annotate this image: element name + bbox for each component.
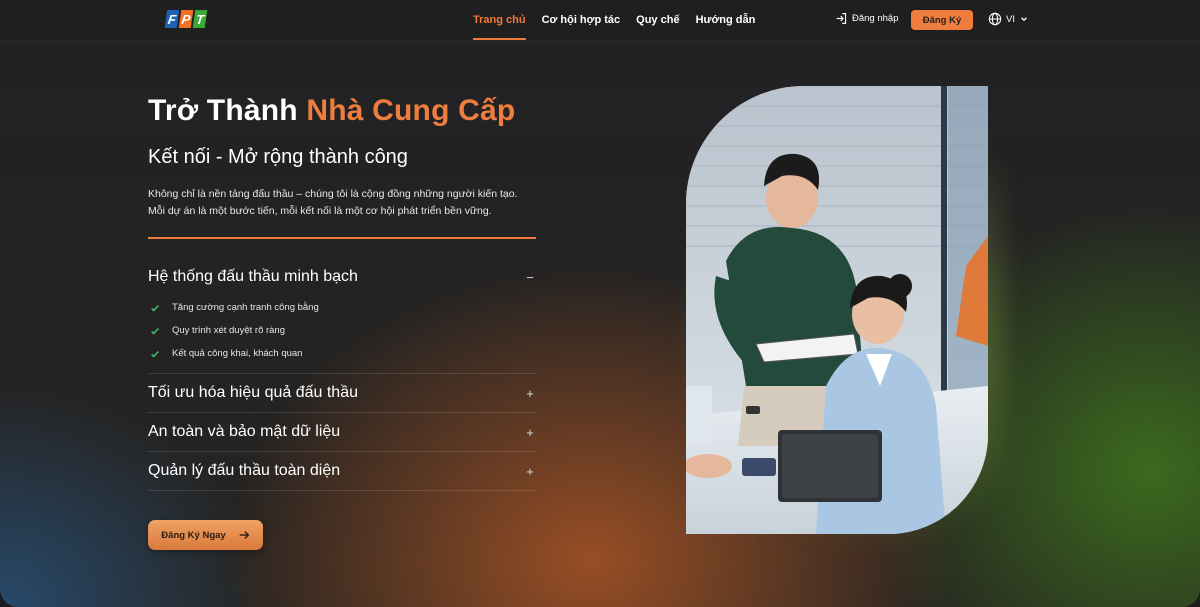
accordion-title: Tối ưu hóa hiệu quả đấu thầu xyxy=(148,384,358,401)
accordion-title: Hệ thống đấu thầu minh bạch xyxy=(148,268,358,285)
list-item: Kết quả công khai, khách quan xyxy=(148,342,536,365)
hero-description-line-2: Mỗi dự án là một bước tiến, mỗi kết nối … xyxy=(148,205,492,217)
hero-photo xyxy=(686,86,988,534)
login-label: Đăng nhập xyxy=(852,13,899,24)
top-navbar: F P T Trang chủ Cơ hội hợp tác Quy chế H… xyxy=(0,0,1200,40)
login-icon xyxy=(836,13,847,24)
language-selector[interactable]: VI xyxy=(988,12,1029,26)
list-item-label: Quy trình xét duyệt rõ ràng xyxy=(172,325,286,336)
accordion-header-efficiency[interactable]: Tối ưu hóa hiệu quả đấu thầu + xyxy=(148,374,536,412)
logo-letter-p: P xyxy=(178,10,194,28)
check-icon xyxy=(151,304,159,312)
hero-subtitle: Kết nối - Mở rộng thành công xyxy=(148,146,408,168)
nav-opportunities[interactable]: Cơ hội hợp tác xyxy=(542,0,621,40)
hero-divider xyxy=(148,237,536,239)
expand-icon[interactable]: + xyxy=(524,425,536,440)
list-item: Quy trình xét duyệt rõ ràng xyxy=(148,319,536,342)
collapse-icon[interactable]: − xyxy=(524,270,536,285)
accordion-section-management: Quản lý đấu thầu toàn diện + xyxy=(148,452,536,491)
hero-description-line-1: Không chỉ là nền tảng đấu thầu – chúng t… xyxy=(148,188,518,200)
accordion-section-security: An toàn và bảo mật dữ liệu + xyxy=(148,413,536,452)
globe-icon xyxy=(988,12,1002,26)
list-item-label: Kết quả công khai, khách quan xyxy=(172,348,303,359)
logo-letter-t: T xyxy=(192,10,208,28)
list-item-label: Tăng cường cạnh tranh công bằng xyxy=(172,302,319,313)
nav-home[interactable]: Trang chủ xyxy=(473,0,526,40)
accordion-title: Quản lý đấu thầu toàn diện xyxy=(148,462,341,479)
hero-description: Không chỉ là nền tảng đấu thầu – chúng t… xyxy=(148,186,548,220)
accordion-section-efficiency: Tối ưu hóa hiệu quả đấu thầu + xyxy=(148,374,536,413)
fpt-logo[interactable]: F P T xyxy=(164,10,208,28)
register-button[interactable]: Đăng Ký xyxy=(911,10,973,30)
accordion-section-transparent: Hệ thống đấu thầu minh bạch − Tăng cường… xyxy=(148,258,536,374)
accordion-items: Tăng cường cạnh tranh công bằng Quy trìn… xyxy=(148,296,536,373)
accordion-header-security[interactable]: An toàn và bảo mật dữ liệu + xyxy=(148,413,536,451)
register-now-button[interactable]: Đăng Ký Ngay xyxy=(148,520,263,550)
expand-icon[interactable]: + xyxy=(524,464,536,479)
hero-title: Trở Thành Nhà Cung Cấp xyxy=(148,94,515,128)
list-item: Tăng cường cạnh tranh công bằng xyxy=(148,296,536,319)
office-meeting-illustration xyxy=(686,86,988,534)
hero-title-accent: Nhà Cung Cấp xyxy=(306,94,516,127)
arrow-right-icon xyxy=(239,531,249,539)
expand-icon[interactable]: + xyxy=(524,386,536,401)
nav-regulations[interactable]: Quy chế xyxy=(636,0,679,40)
chevron-down-icon xyxy=(1021,17,1027,22)
login-link[interactable]: Đăng nhập xyxy=(835,12,898,25)
cta-label: Đăng Ký Ngay xyxy=(161,529,226,541)
page-frame: F P T Trang chủ Cơ hội hợp tác Quy chế H… xyxy=(0,0,1200,607)
language-code: VI xyxy=(1006,13,1015,25)
accordion-header-transparent[interactable]: Hệ thống đấu thầu minh bạch − xyxy=(148,258,536,296)
logo-letter-f: F xyxy=(164,10,180,28)
accordion-header-management[interactable]: Quản lý đấu thầu toàn diện + xyxy=(148,452,536,490)
check-icon xyxy=(151,350,159,358)
check-icon xyxy=(151,327,159,335)
accordion-title: An toàn và bảo mật dữ liệu xyxy=(148,423,341,440)
nav-guide[interactable]: Hướng dẫn xyxy=(696,0,756,40)
features-accordion: Hệ thống đấu thầu minh bạch − Tăng cường… xyxy=(148,258,536,491)
main-nav: Trang chủ Cơ hội hợp tác Quy chế Hướng d… xyxy=(473,0,755,40)
hero-title-prefix: Trở Thành xyxy=(148,94,298,127)
